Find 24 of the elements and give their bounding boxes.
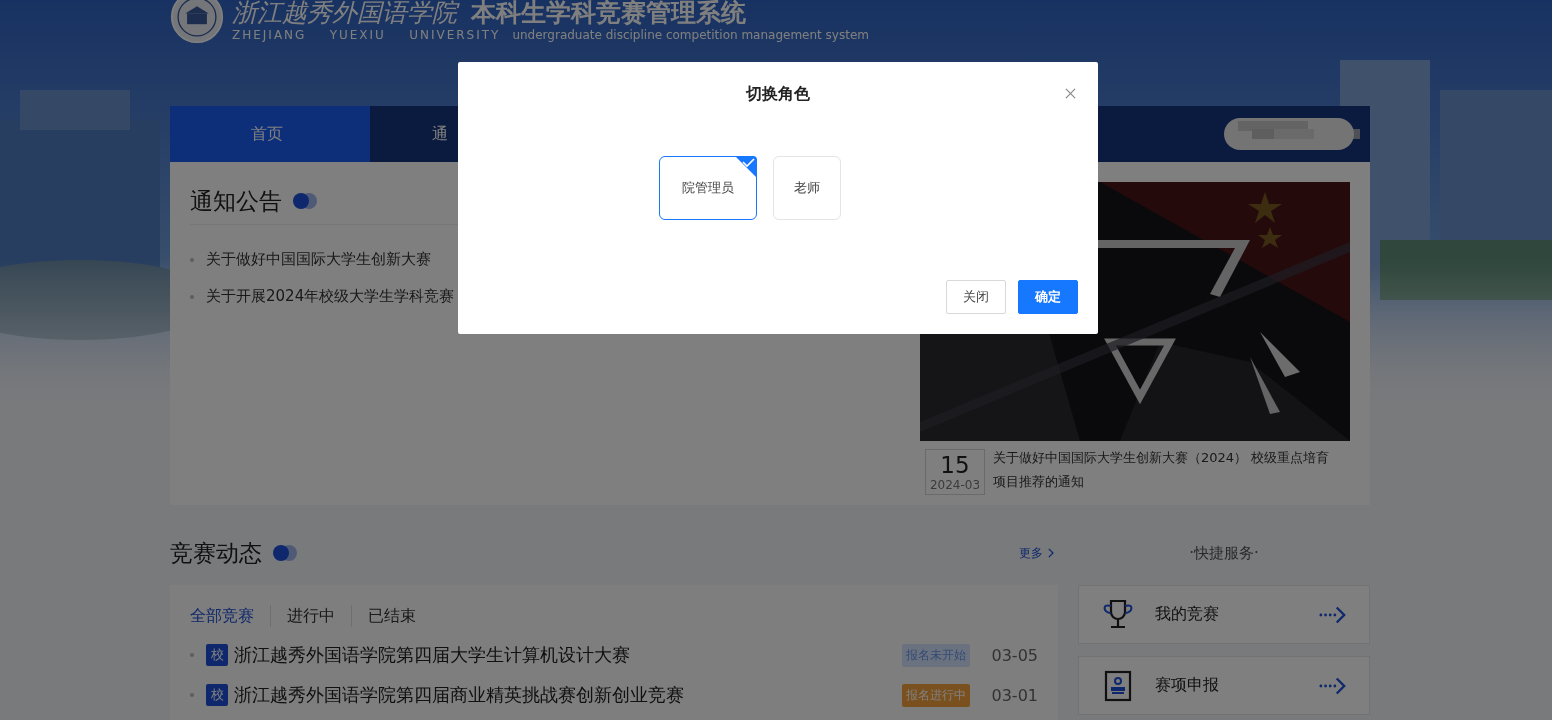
filter-tab[interactable]: 已结束 — [351, 605, 432, 627]
section-title: ·快捷服务· — [1188, 543, 1260, 564]
toggle-dots-icon — [272, 544, 298, 562]
more-link[interactable]: 更多 — [1019, 544, 1054, 562]
bullet-icon — [190, 653, 194, 657]
filter-tab[interactable]: 全部竞赛 — [190, 605, 270, 627]
featured-notice-link[interactable]: 关于做好中国国际大学生创新大赛（2024） 校级重点培育项目推荐的通知 — [993, 446, 1333, 495]
competition-date: 03-05 — [991, 645, 1038, 665]
bullet-icon — [190, 693, 194, 697]
arrow-icon — [1319, 604, 1347, 625]
filter-tab[interactable]: 进行中 — [270, 605, 351, 627]
chevron-icon — [1047, 548, 1054, 558]
competition-date: 03-01 — [991, 685, 1038, 705]
competition-link[interactable]: 浙江越秀外国语学院第四届商业精英挑战赛创新创业竞赛 — [234, 683, 684, 707]
arrow-icon — [1319, 675, 1347, 696]
competition-link[interactable]: 浙江越秀外国语学院第四届大学生计算机设计大赛 — [234, 643, 630, 667]
quick-service-card[interactable]: 赛项申报 — [1078, 656, 1370, 715]
date-day: 15 — [940, 452, 970, 478]
status-tag: 报名进行中 — [901, 683, 970, 707]
date-month: 2024-03 — [929, 478, 981, 492]
section-title: 竞赛动态 — [170, 538, 262, 568]
level-badge: 校 — [206, 684, 228, 706]
quick-service-card[interactable]: 我的竞赛 — [1078, 585, 1370, 644]
level-badge: 校 — [206, 644, 228, 666]
